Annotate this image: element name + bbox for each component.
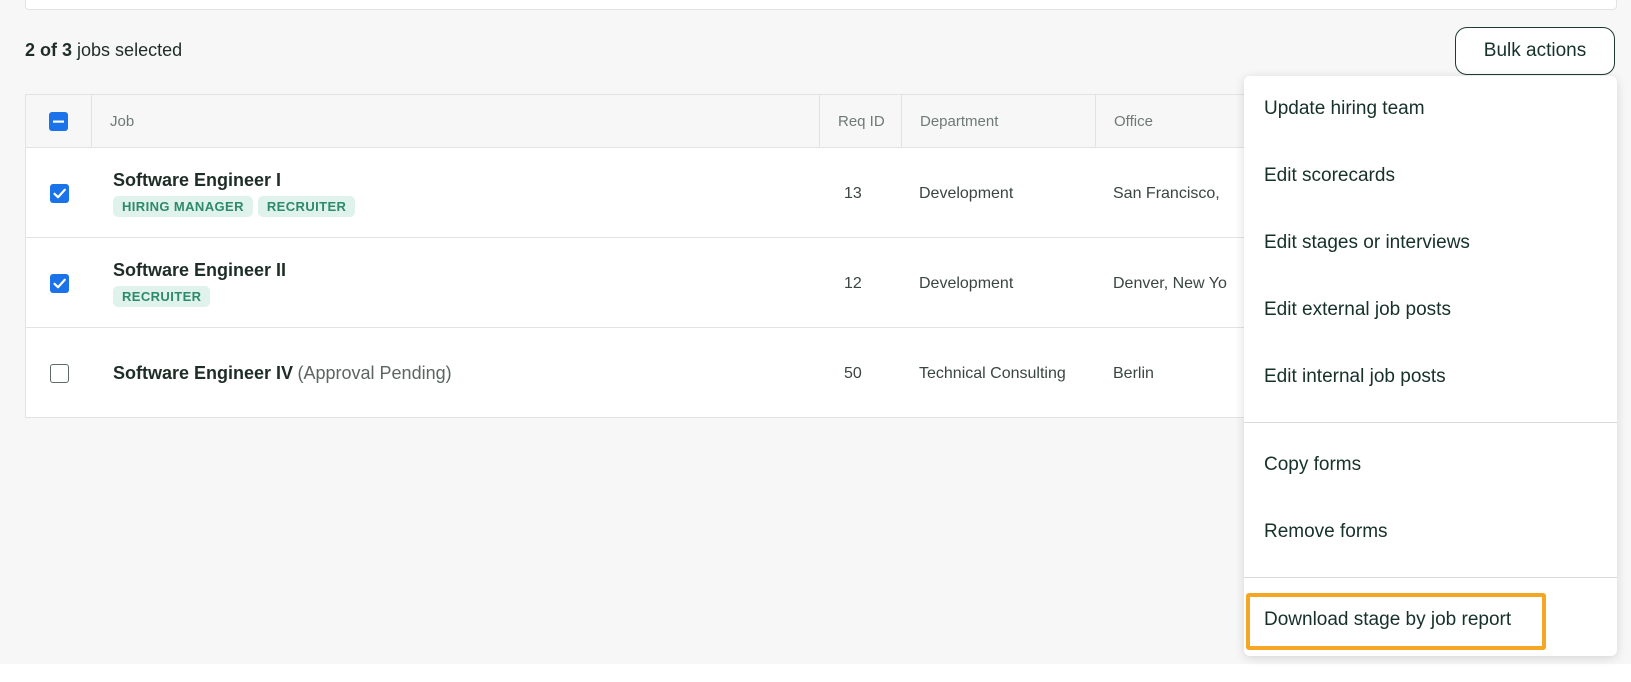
menu-divider bbox=[1244, 422, 1617, 423]
select-all-checkbox[interactable] bbox=[49, 111, 68, 131]
job-cell: Software Engineer IV (Approval Pending) bbox=[113, 363, 452, 384]
office-cell: Berlin bbox=[1113, 365, 1154, 382]
row-checkbox[interactable] bbox=[50, 274, 69, 293]
selection-count: 2 of 3 bbox=[25, 40, 73, 60]
menu-item-copy-forms[interactable]: Copy forms bbox=[1264, 454, 1361, 476]
row-checkbox[interactable] bbox=[50, 184, 69, 203]
menu-item-update-hiring-team[interactable]: Update hiring team bbox=[1264, 98, 1425, 120]
bulk-actions-menu: Update hiring team Edit scorecards Edit … bbox=[1244, 76, 1617, 656]
top-panel-edge bbox=[25, 0, 1617, 10]
column-header-job[interactable]: Job bbox=[91, 95, 819, 147]
job-title-text[interactable]: Software Engineer I bbox=[113, 170, 281, 190]
req-id-cell: 50 bbox=[844, 365, 862, 382]
tag-recruiter: RECRUITER bbox=[257, 196, 356, 217]
menu-item-edit-scorecards[interactable]: Edit scorecards bbox=[1264, 165, 1395, 187]
job-tags: RECRUITER bbox=[113, 286, 286, 307]
job-title-text[interactable]: Software Engineer II bbox=[113, 260, 286, 280]
job-tags: HIRING MANAGER RECRUITER bbox=[113, 196, 356, 217]
department-cell: Development bbox=[919, 185, 1014, 202]
job-title[interactable]: Software Engineer IV bbox=[113, 363, 293, 383]
menu-item-edit-stages[interactable]: Edit stages or interviews bbox=[1264, 232, 1470, 254]
job-cell: Software Engineer II RECRUITER bbox=[113, 260, 286, 307]
office-cell: San Francisco, bbox=[1113, 185, 1220, 202]
tag-hiring-manager: HIRING MANAGER bbox=[113, 196, 253, 217]
column-header-req-id[interactable]: Req ID bbox=[819, 95, 901, 147]
job-title[interactable]: Software Engineer I bbox=[113, 170, 355, 191]
bulk-actions-button[interactable]: Bulk actions bbox=[1455, 27, 1615, 75]
row-checkbox[interactable] bbox=[50, 364, 69, 383]
column-header-department[interactable]: Department bbox=[901, 95, 1095, 147]
menu-item-remove-forms[interactable]: Remove forms bbox=[1264, 521, 1388, 543]
menu-item-edit-external-posts[interactable]: Edit external job posts bbox=[1264, 299, 1451, 321]
job-title[interactable]: Software Engineer II bbox=[113, 260, 286, 281]
approval-status: (Approval Pending) bbox=[297, 363, 452, 383]
tag-recruiter: RECRUITER bbox=[113, 286, 211, 307]
menu-item-edit-internal-posts[interactable]: Edit internal job posts bbox=[1264, 366, 1446, 388]
req-id-cell: 13 bbox=[844, 185, 862, 202]
office-cell: Denver, New Yo bbox=[1113, 275, 1227, 292]
selection-suffix: jobs selected bbox=[77, 40, 183, 60]
req-id-cell: 12 bbox=[844, 275, 862, 292]
department-cell: Technical Consulting bbox=[919, 365, 1066, 382]
highlight-box bbox=[1246, 593, 1546, 650]
selection-summary: 2 of 3 jobs selected bbox=[25, 40, 182, 61]
job-cell: Software Engineer I HIRING MANAGER RECRU… bbox=[113, 170, 356, 217]
department-cell: Development bbox=[919, 275, 1014, 292]
menu-divider bbox=[1244, 577, 1617, 578]
select-all-cell bbox=[26, 95, 91, 147]
